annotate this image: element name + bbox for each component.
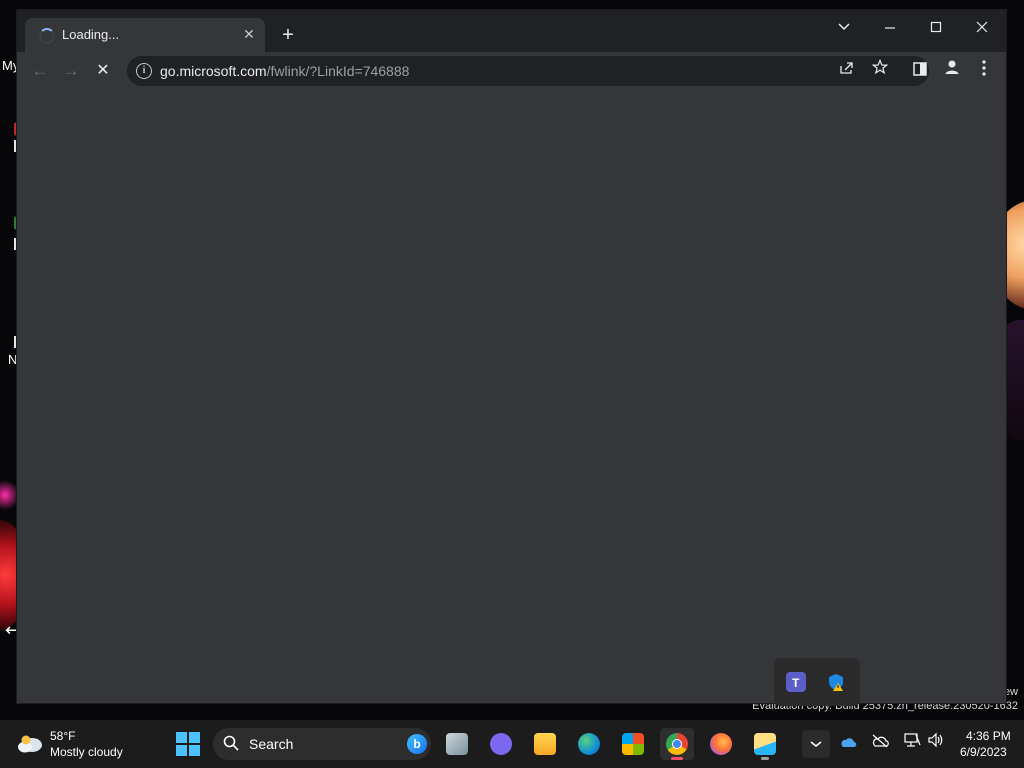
task-view-button[interactable] xyxy=(440,728,474,760)
folder-icon xyxy=(534,733,556,755)
tab-title: Loading... xyxy=(62,27,120,42)
onedrive-offline-tray-button[interactable] xyxy=(866,730,894,758)
onedrive-tray-button[interactable] xyxy=(834,730,862,758)
edge-icon xyxy=(578,733,600,755)
address-bar[interactable]: i go.microsoft.com/fwlink/?LinkId=746888 xyxy=(127,56,929,86)
watermark-fragment: ew xyxy=(1003,686,1018,698)
svg-text:T: T xyxy=(792,676,800,690)
files-icon xyxy=(754,733,776,755)
loading-spinner-icon xyxy=(39,28,55,44)
files-app-button[interactable] xyxy=(748,728,782,760)
close-icon xyxy=(976,21,988,33)
side-panel-icon xyxy=(913,62,927,76)
stop-loading-button[interactable]: ✕ xyxy=(90,58,116,84)
taskbar-search-box[interactable]: Search b xyxy=(213,728,431,760)
show-hidden-icons-button[interactable] xyxy=(802,730,830,758)
chrome-icon xyxy=(666,733,688,755)
tab-strip: Loading... ✕ + xyxy=(17,10,1006,52)
network-icon xyxy=(904,733,921,747)
url-host: go.microsoft.com xyxy=(160,63,267,79)
windows-logo-icon xyxy=(176,732,187,743)
volume-tray-button[interactable] xyxy=(922,730,950,758)
bookmark-button[interactable] xyxy=(868,58,892,83)
person-icon xyxy=(945,60,959,74)
tab-search-button[interactable] xyxy=(822,14,866,42)
cloud-icon xyxy=(18,735,42,753)
chat-button[interactable] xyxy=(484,728,518,760)
share-icon xyxy=(840,62,853,74)
minimize-icon xyxy=(885,27,895,29)
teams-icon[interactable]: T xyxy=(786,672,806,692)
cloud-off-icon xyxy=(872,734,889,748)
star-icon xyxy=(871,58,889,75)
tray-overflow-popup: T xyxy=(774,658,860,706)
more-vert-icon xyxy=(982,60,986,76)
forward-button[interactable]: → xyxy=(58,58,84,84)
clock-time: 4:36 PM xyxy=(966,729,1011,743)
start-button[interactable] xyxy=(176,732,200,756)
tab-close-icon[interactable]: ✕ xyxy=(239,24,259,44)
file-explorer-button[interactable] xyxy=(528,728,562,760)
browser-window: Loading... ✕ + ← → ✕ i go.microsoft.com/… xyxy=(17,10,1006,706)
weather-condition: Mostly cloudy xyxy=(50,745,123,759)
bing-icon[interactable]: b xyxy=(407,734,427,754)
firefox-icon xyxy=(710,733,732,755)
maximize-button[interactable] xyxy=(914,14,958,42)
new-tab-button[interactable]: + xyxy=(276,23,300,47)
minimize-button[interactable] xyxy=(868,14,912,42)
clock-date: 6/9/2023 xyxy=(960,745,1007,759)
search-placeholder: Search xyxy=(249,736,294,752)
store-icon xyxy=(622,733,644,755)
chevron-down-icon xyxy=(838,23,850,31)
firefox-button[interactable] xyxy=(704,728,738,760)
profile-button[interactable] xyxy=(939,58,965,84)
chevron-up-icon xyxy=(810,741,822,747)
menu-button[interactable] xyxy=(971,58,997,84)
page-content-area[interactable] xyxy=(17,90,1006,703)
running-app-indicator xyxy=(761,757,769,760)
chrome-button[interactable] xyxy=(660,728,694,760)
url-path: /fwlink/?LinkId=746888 xyxy=(266,63,410,79)
edge-button[interactable] xyxy=(572,728,606,760)
video-chat-icon xyxy=(490,733,512,755)
navigation-toolbar: ← → ✕ i go.microsoft.com/fwlink/?LinkId=… xyxy=(17,52,1006,91)
maximize-icon xyxy=(930,21,942,33)
defender-warning-icon[interactable] xyxy=(826,672,846,692)
share-button[interactable] xyxy=(835,59,859,83)
search-icon xyxy=(223,735,239,751)
tab-active[interactable]: Loading... ✕ xyxy=(25,18,265,52)
onedrive-icon xyxy=(841,738,857,747)
task-view-icon xyxy=(446,733,468,755)
close-window-button[interactable] xyxy=(960,14,1004,42)
microsoft-store-button[interactable] xyxy=(616,728,650,760)
url-text[interactable]: go.microsoft.com/fwlink/?LinkId=746888 xyxy=(160,63,409,79)
teams-glyph-icon: T xyxy=(792,676,800,690)
active-app-indicator xyxy=(671,757,683,760)
site-info-icon[interactable]: i xyxy=(136,63,152,79)
volume-icon xyxy=(928,732,943,748)
back-button[interactable]: ← xyxy=(27,58,53,84)
weather-temperature: 58°F xyxy=(50,729,76,743)
taskbar: 58°F Mostly cloudy Search b 4:36 PM 6/9/… xyxy=(0,720,1024,768)
desktop-icon-label-n[interactable]: N xyxy=(8,352,17,367)
side-panel-button[interactable] xyxy=(907,58,933,84)
